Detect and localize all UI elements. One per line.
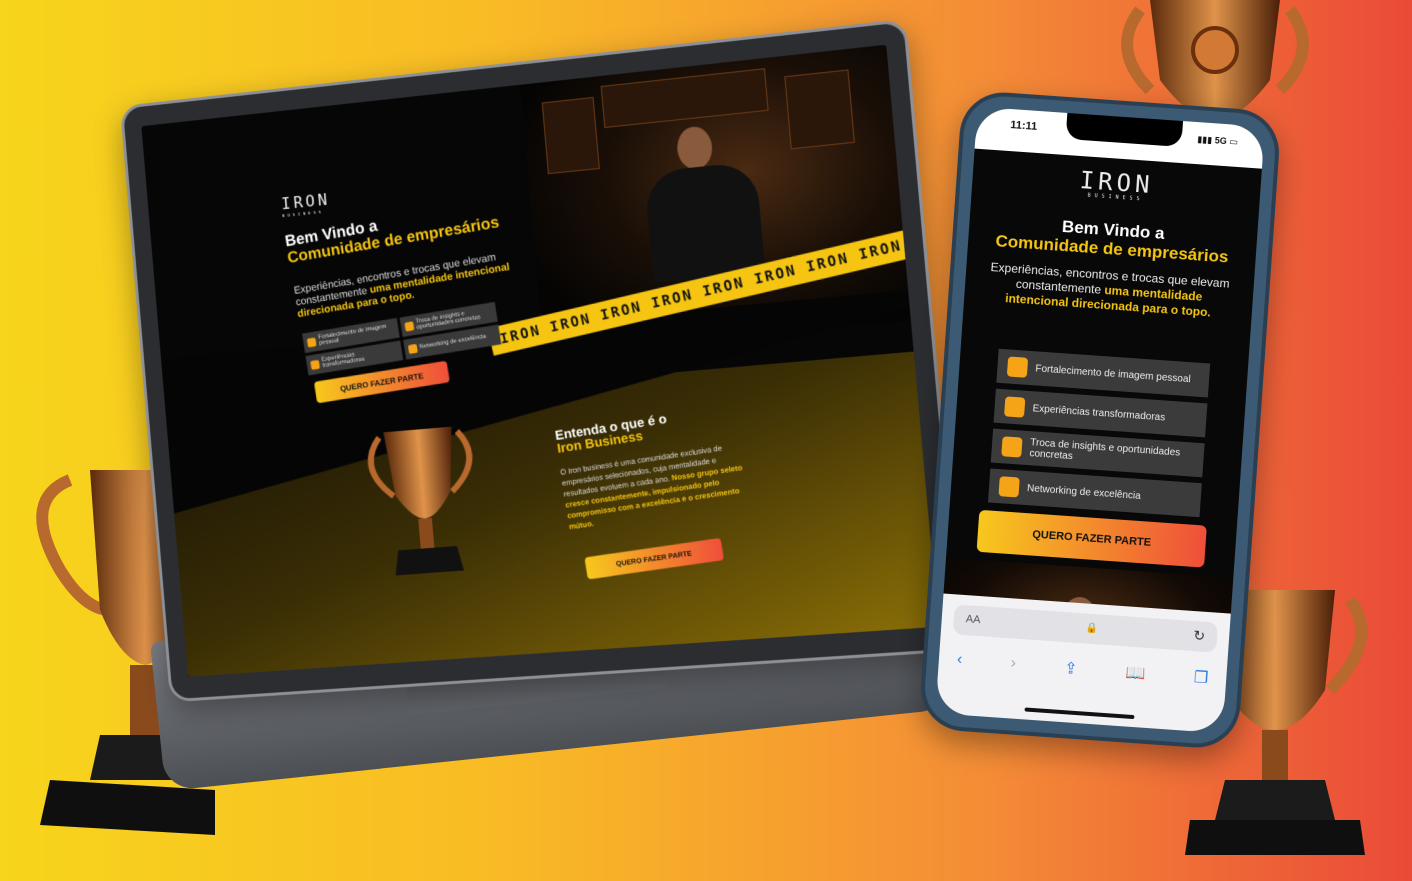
laptop-screen: IRON IRON IRON IRON IRON IRON IRON IRON … — [141, 44, 939, 677]
rocket-icon — [306, 336, 317, 348]
brand-logo[interactable]: IRON BUSINESS — [972, 159, 1262, 211]
feature-list: Fortalecimento de imagem pessoal Experiê… — [987, 348, 1211, 518]
forward-icon[interactable]: › — [1010, 654, 1017, 674]
laptop-mockup: IRON IRON IRON IRON IRON IRON IRON IRON … — [119, 18, 963, 802]
status-signal: ▮▮▮ 5G ▭ — [1197, 134, 1239, 147]
status-bar: 11:11 ▮▮▮ 5G ▭ — [974, 106, 1265, 169]
mountain-climb-icon — [310, 359, 321, 370]
address-bar[interactable]: AA 🔒 ↻ — [952, 604, 1219, 653]
home-indicator — [1024, 707, 1135, 720]
feature-item: Networking de excelência — [987, 468, 1202, 518]
back-icon[interactable]: ‹ — [956, 651, 963, 671]
phone-mockup: 11:11 ▮▮▮ 5G ▭ IRON BUSINESS Bem Vindo a… — [918, 89, 1282, 751]
reload-icon[interactable]: ↻ — [1193, 627, 1206, 645]
cta-button[interactable]: QUERO FAZER PARTE — [976, 509, 1207, 568]
handshake-icon — [998, 476, 1020, 498]
brand-logo[interactable]: IRON BUSINESS — [281, 190, 331, 218]
handshake-icon — [407, 343, 418, 354]
phone-screen: 11:11 ▮▮▮ 5G ▭ IRON BUSINESS Bem Vindo a… — [935, 106, 1265, 734]
browser-toolbar: AA 🔒 ↻ ‹ › ⇪ 📖 ❐ — [935, 593, 1231, 734]
hero-title: Bem Vindo a Comunidade de empresários — [994, 216, 1230, 267]
browser-nav: ‹ › ⇪ 📖 ❐ — [956, 651, 1209, 689]
brain-icon — [1001, 436, 1023, 458]
brain-icon — [403, 320, 414, 332]
bookmarks-icon[interactable]: 📖 — [1125, 662, 1146, 683]
rocket-icon — [1006, 356, 1029, 378]
laptop-lid: IRON IRON IRON IRON IRON IRON IRON IRON … — [119, 18, 963, 703]
status-time: 11:11 — [1009, 119, 1038, 133]
lock-icon: 🔒 — [1085, 622, 1099, 635]
trophy-icon — [359, 420, 490, 576]
reader-aa-button[interactable]: AA — [965, 613, 980, 626]
phone-notch — [1065, 112, 1184, 148]
share-icon[interactable]: ⇪ — [1063, 658, 1078, 679]
mountain-climb-icon — [1004, 396, 1026, 418]
tabs-icon[interactable]: ❐ — [1193, 667, 1209, 688]
hero-intro: Experiências, encontros e trocas que ele… — [990, 260, 1231, 320]
